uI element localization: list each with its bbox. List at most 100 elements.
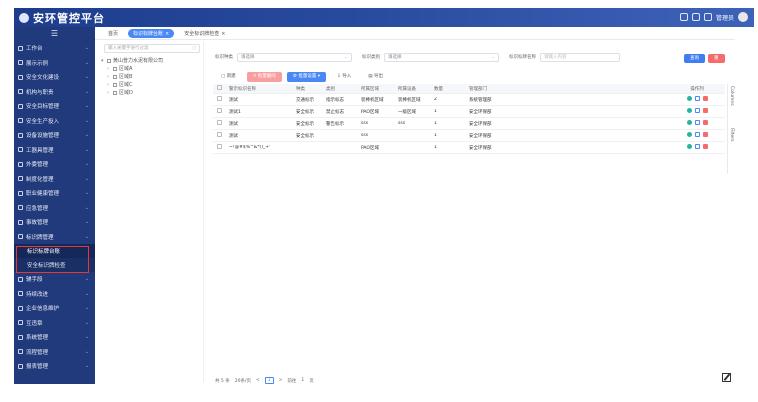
message-icon[interactable] <box>691 13 700 21</box>
row-checkbox[interactable] <box>213 120 226 127</box>
next-page-button[interactable]: > <box>279 378 283 383</box>
sidebar-item-label: 工作台 <box>26 46 43 53</box>
sidebar-item[interactable]: 工作台 ⌄ <box>14 41 95 56</box>
sidebar-item[interactable]: 持续改进 ⌄ <box>14 287 95 302</box>
edit-icon[interactable] <box>694 120 700 125</box>
sidebar-item[interactable]: 报表管理 ⌄ <box>14 359 95 374</box>
menu-icon <box>18 205 23 211</box>
export-button[interactable]: ▤ 导出 <box>362 72 389 82</box>
filters-panel-toggle[interactable]: Filters <box>729 128 734 142</box>
folder-icon <box>107 58 111 63</box>
col-header-name[interactable]: 警示标识名称 <box>226 86 293 92</box>
page-size-select[interactable]: 20条/页 <box>235 378 251 384</box>
view-icon[interactable] <box>686 132 692 137</box>
user-name[interactable]: 管理员 <box>716 13 734 22</box>
edit-icon[interactable] <box>722 373 731 382</box>
view-icon[interactable] <box>686 144 692 149</box>
page-number-current[interactable]: 1 <box>264 377 274 384</box>
col-header-category[interactable]: 类别 <box>323 86 358 92</box>
fullscreen-icon[interactable] <box>703 13 712 21</box>
delete-icon[interactable] <box>702 120 708 125</box>
sidebar-item[interactable]: 制度化管理 ⌄ <box>14 172 95 187</box>
filter-kind-select[interactable]: 请选择 ⌄ <box>237 52 352 62</box>
col-header-area[interactable]: 所属区域 <box>358 86 395 92</box>
row-checkbox[interactable] <box>213 108 226 115</box>
col-header-kind[interactable]: 种类 <box>293 86 323 92</box>
tree-node-child[interactable]: › 区域B <box>101 73 203 81</box>
batch-delete-button[interactable]: ✕ 批量删除 <box>246 72 282 82</box>
sidebar-item[interactable]: 设备设施管理 ⌄ <box>14 128 95 143</box>
table-row[interactable]: 测试 安全标示 警告标示 sss sss 1 安全环保部 <box>213 118 725 130</box>
sidebar-item[interactable]: 应急管理 ⌄ <box>14 201 95 216</box>
goto-input[interactable]: 1 <box>301 378 304 383</box>
sidebar-item[interactable]: 工器具管理 ⌄ <box>14 143 95 158</box>
delete-icon[interactable] <box>702 108 708 113</box>
tree-node-child[interactable]: › 区域D <box>101 89 203 97</box>
tab-sign-ledger[interactable]: 标识标牌台账 × <box>128 28 175 38</box>
reset-button[interactable]: 重置 <box>708 54 725 70</box>
edit-icon[interactable] <box>694 96 700 101</box>
tree-node-root[interactable]: ▾ 黄山普力水泥有限公司 <box>101 57 203 65</box>
sidebar-item[interactable]: 事故管理 ⌄ <box>14 215 95 230</box>
close-icon[interactable]: × <box>221 31 225 37</box>
sidebar-item[interactable]: 流程管理 ⌄ <box>14 345 95 360</box>
filter-type-select[interactable]: 请选择 ⌄ <box>384 52 499 62</box>
table-row[interactable]: 测试 安全标示 sss 1 安全环保部 <box>213 130 725 142</box>
sidebar-item[interactable]: 展示示例 ⌄ <box>14 56 95 71</box>
sidebar-item[interactable]: 互违章 ⌄ <box>14 316 95 331</box>
table-row[interactable]: ~!@#$%^&*()_+' PAO区域 1 安全环保部 <box>213 142 725 154</box>
sidebar-item[interactable]: 企业信息维护 ⌄ <box>14 301 95 316</box>
view-icon[interactable] <box>686 120 692 125</box>
edit-icon[interactable] <box>694 144 700 149</box>
close-icon[interactable]: × <box>165 31 169 37</box>
tab-sign-inspection[interactable]: 安全标识牌检查 × <box>179 29 230 38</box>
tree-node-child[interactable]: › 区域C <box>101 81 203 89</box>
col-header-quantity[interactable]: 数量 <box>431 86 466 92</box>
edit-icon[interactable] <box>694 132 700 137</box>
col-header-device[interactable]: 所属设备 <box>395 86 431 92</box>
import-button[interactable]: ⇩ 导入 <box>331 72 357 82</box>
sidebar-item[interactable]: 安全生产投入 ⌄ <box>14 114 95 129</box>
sidebar-item[interactable]: 职业健康管理 ⌄ <box>14 186 95 201</box>
sidebar-item[interactable]: 机构与职责 ⌄ <box>14 85 95 100</box>
tree-node-child[interactable]: › 区域A <box>101 65 203 73</box>
sidebar-item-label: 标识牌管理 <box>26 234 54 241</box>
delete-icon[interactable] <box>702 96 708 101</box>
sidebar-item[interactable]: 辅手段 ⌄ <box>14 272 95 287</box>
table-row[interactable]: 测试1 安全标示 禁止标志 PAO区域 一级区域 1 安全环保部 <box>213 106 725 118</box>
batch-settings-button[interactable]: ⚙ 批量设置 ▾ <box>286 72 327 82</box>
filter-name-input[interactable]: 请输入内容 <box>540 52 620 62</box>
sidebar-subitem[interactable]: 标识标牌台账 <box>14 244 95 258</box>
tree-search-input[interactable]: 输入关键字进行过滤 ○ <box>104 44 200 53</box>
sidebar-subitem[interactable]: 安全标识牌检查 <box>14 258 95 272</box>
row-checkbox[interactable] <box>213 132 226 139</box>
row-actions <box>666 120 725 127</box>
notification-icon[interactable] <box>679 13 688 21</box>
prev-page-button[interactable]: < <box>256 378 260 383</box>
avatar[interactable] <box>738 12 748 22</box>
sidebar-item[interactable]: 外委管理 ⌄ <box>14 157 95 172</box>
delete-icon[interactable] <box>702 144 708 149</box>
tab-home[interactable]: 首页 <box>103 29 123 38</box>
view-icon[interactable] <box>686 108 692 113</box>
columns-panel-toggle[interactable]: Columns <box>729 86 734 106</box>
add-label: 新建 <box>226 74 236 79</box>
table-row[interactable]: 测试 交通标示 指示标志 装棒机区域 装棒机区域 2 系统管理部 <box>213 94 725 106</box>
select-all-checkbox[interactable] <box>213 85 226 92</box>
menu-fold-icon[interactable]: ☰ <box>14 27 95 41</box>
chevron-down-icon: ⌄ <box>84 348 89 355</box>
col-header-department[interactable]: 管理部门 <box>466 86 666 92</box>
checkbox-box <box>217 85 222 90</box>
row-checkbox[interactable] <box>213 96 226 103</box>
sidebar-item[interactable]: 安全文化建设 ⌄ <box>14 70 95 85</box>
edit-icon[interactable] <box>694 108 700 113</box>
row-checkbox[interactable] <box>213 144 226 151</box>
delete-icon[interactable] <box>702 132 708 137</box>
sidebar-item[interactable]: 标识牌管理 ⌄ <box>14 230 95 245</box>
sidebar-item[interactable]: 安全目标管理 ⌄ <box>14 99 95 114</box>
view-icon[interactable] <box>686 96 692 101</box>
sidebar-item[interactable]: 系统管理 ⌄ <box>14 330 95 345</box>
add-button[interactable]: ▢ 新建 <box>215 72 242 82</box>
query-button[interactable]: 查询 <box>684 54 705 63</box>
menu-icon <box>18 89 23 95</box>
